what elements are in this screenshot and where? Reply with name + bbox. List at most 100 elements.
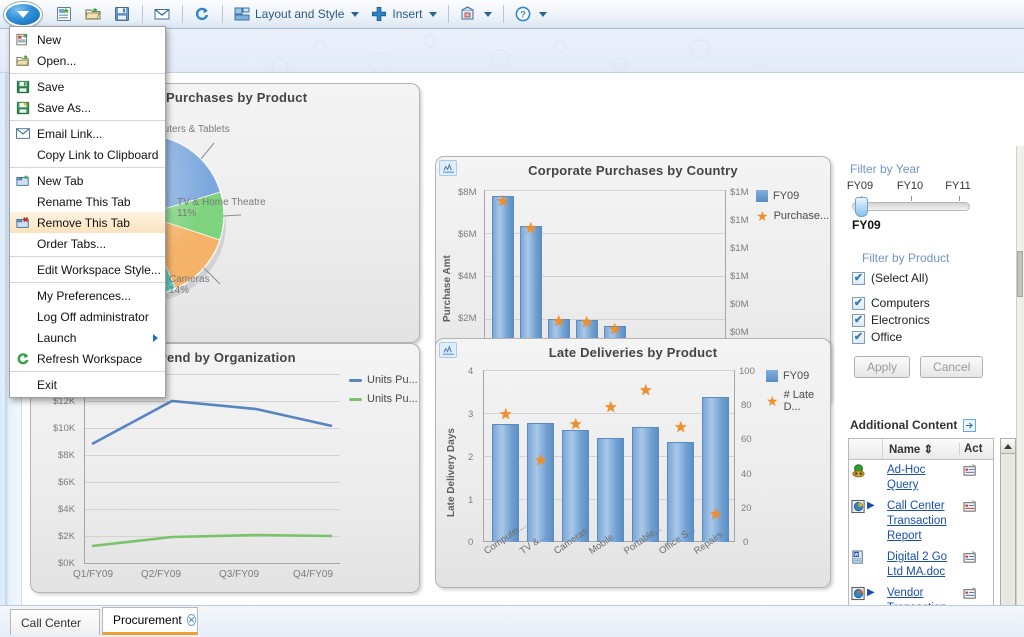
checkbox-icon[interactable]: ✔ xyxy=(852,313,865,327)
action-icon[interactable] xyxy=(963,463,978,480)
star-marker: ★ xyxy=(580,314,594,331)
action-icon[interactable] xyxy=(963,499,978,516)
trend-plot-area xyxy=(84,374,340,564)
menu-item-save-as[interactable]: Save As... xyxy=(10,97,165,118)
menu-item-copy-link[interactable]: Copy Link to Clipboard xyxy=(10,144,165,165)
table-col-name[interactable]: Name ⇕ xyxy=(883,442,959,456)
chevron-down-icon xyxy=(484,11,493,17)
scrollbar-thumb[interactable] xyxy=(1017,251,1023,297)
layout-and-style-button[interactable]: Layout and Style xyxy=(228,2,365,26)
menu-item-launch[interactable]: Launch xyxy=(10,327,165,348)
main-toolbar: Layout and Style Insert ? xyxy=(0,0,1024,29)
chevron-down-icon xyxy=(17,10,29,18)
toolbar-separator xyxy=(182,5,183,23)
menu-item-email-link[interactable]: Email Link... xyxy=(10,123,165,144)
menu-item-my-preferences[interactable]: My Preferences... xyxy=(10,285,165,306)
legend-dash xyxy=(349,378,362,382)
canvas-scrollbar[interactable] xyxy=(1016,146,1024,637)
checkbox-office[interactable]: ✔ Office xyxy=(852,330,1024,344)
envelope-icon xyxy=(15,126,31,142)
legend-swatch xyxy=(756,190,768,202)
toolbar-separator xyxy=(142,5,143,23)
help-button[interactable]: ? xyxy=(509,2,553,26)
help-question-icon: ? xyxy=(515,6,532,22)
checkbox-select-all[interactable]: ✔ (Select All) xyxy=(852,271,1024,285)
checkbox-electronics[interactable]: ✔ Electronics xyxy=(852,313,1024,327)
cancel-button[interactable]: Cancel xyxy=(920,356,984,378)
menu-item-label: Refresh Workspace xyxy=(37,351,143,366)
row-link[interactable]: Digital 2 Go Ltd MA.doc xyxy=(887,550,959,580)
menu-item-open[interactable]: Open... xyxy=(10,50,165,71)
sort-icon[interactable]: ⇕ xyxy=(924,444,934,456)
checkbox-icon[interactable]: ✔ xyxy=(852,330,865,344)
star-marker: ★ xyxy=(534,452,548,469)
menu-item-order-tabs[interactable]: Order Tabs... xyxy=(10,233,165,254)
row-actions-cell[interactable] xyxy=(959,499,993,516)
expand-arrow-icon[interactable]: ▶ xyxy=(867,586,875,600)
action-icon[interactable] xyxy=(963,586,978,603)
save-button[interactable] xyxy=(108,2,137,26)
email-link-button[interactable] xyxy=(148,2,177,26)
slider-track[interactable] xyxy=(852,196,970,217)
menu-item-new-tab[interactable]: New Tab xyxy=(10,170,165,191)
menu-item-edit-workspace-style[interactable]: Edit Workspace Style... xyxy=(10,259,165,280)
y2-tick: $1M xyxy=(730,243,749,254)
expand-panel-icon[interactable] xyxy=(963,418,977,432)
refresh-green-icon xyxy=(15,351,31,367)
tab-call-center[interactable]: Call Center xyxy=(10,609,100,635)
expand-arrow-icon[interactable]: ▶ xyxy=(867,499,875,513)
apply-button[interactable]: Apply xyxy=(854,356,911,378)
row-actions-cell[interactable] xyxy=(959,463,993,480)
checkbox-icon[interactable]: ✔ xyxy=(852,271,865,285)
bar xyxy=(597,438,624,542)
tab-procurement[interactable]: Procurement ✕ xyxy=(102,607,198,635)
table-row[interactable]: Ad-Hoc Query xyxy=(849,460,993,496)
year-slider[interactable]: FY09 FY10 FY11 FY09 xyxy=(847,180,971,232)
refresh-button[interactable] xyxy=(188,2,217,26)
menu-item-label: Save As... xyxy=(37,100,92,115)
bar xyxy=(527,423,554,542)
legend-label: # Late D... xyxy=(783,389,815,413)
close-icon[interactable]: ✕ xyxy=(186,614,197,626)
menu-item-new[interactable]: New xyxy=(10,29,165,50)
y-tick: $4M xyxy=(458,271,477,282)
new-workspace-button[interactable] xyxy=(50,2,79,26)
row-actions-cell[interactable] xyxy=(959,586,993,603)
menu-separator xyxy=(10,371,165,372)
checkbox-label: Computers xyxy=(871,296,930,310)
late-chart-title: Late Deliveries by Product xyxy=(548,345,718,360)
row-link[interactable]: Call Center Transaction Report xyxy=(887,499,959,544)
y-tick: $8M xyxy=(458,187,477,198)
table-row[interactable]: W Digital 2 Go Ltd MA.doc xyxy=(849,547,993,583)
y2-tick: $1M xyxy=(730,187,749,198)
y2-tick: 20 xyxy=(741,503,752,514)
menu-item-exit[interactable]: Exit xyxy=(10,374,165,395)
menu-item-remove-tab[interactable]: Remove This Tab xyxy=(10,212,165,233)
menu-item-label: New Tab xyxy=(37,173,84,188)
tools-icon xyxy=(460,6,477,22)
menu-item-label: Copy Link to Clipboard xyxy=(37,147,159,162)
slider-thumb[interactable] xyxy=(855,197,868,217)
tab-label: Procurement xyxy=(113,613,182,627)
year-tick-label: FY09 xyxy=(846,180,874,192)
menu-item-log-off[interactable]: Log Off administrator xyxy=(10,306,165,327)
checkbox-icon[interactable]: ✔ xyxy=(852,296,865,310)
menu-item-rename-tab[interactable]: Rename This Tab xyxy=(10,191,165,212)
scroll-up-button[interactable] xyxy=(1001,439,1015,454)
application-menu-button[interactable] xyxy=(4,1,42,27)
menu-item-refresh-workspace[interactable]: Refresh Workspace xyxy=(10,348,165,369)
open-button[interactable] xyxy=(79,2,108,26)
star-marker: ★ xyxy=(639,382,653,399)
menu-item-save[interactable]: Save xyxy=(10,76,165,97)
row-link[interactable]: Ad-Hoc Query xyxy=(887,463,959,493)
table-row[interactable]: ▶ Call Center Transaction Report xyxy=(849,496,993,547)
y-tick: $6M xyxy=(458,229,477,240)
star-marker: ★ xyxy=(674,419,688,436)
checkbox-computers[interactable]: ✔ Computers xyxy=(852,296,1024,310)
x-tick-label: Q3/FY09 xyxy=(219,569,260,580)
application-menu[interactable]: New Open... Save Save As... Email Link..… xyxy=(9,26,166,398)
insert-button[interactable]: Insert xyxy=(365,2,443,26)
action-icon[interactable] xyxy=(963,550,978,567)
tools-button[interactable] xyxy=(454,2,498,26)
row-actions-cell[interactable] xyxy=(959,550,993,567)
